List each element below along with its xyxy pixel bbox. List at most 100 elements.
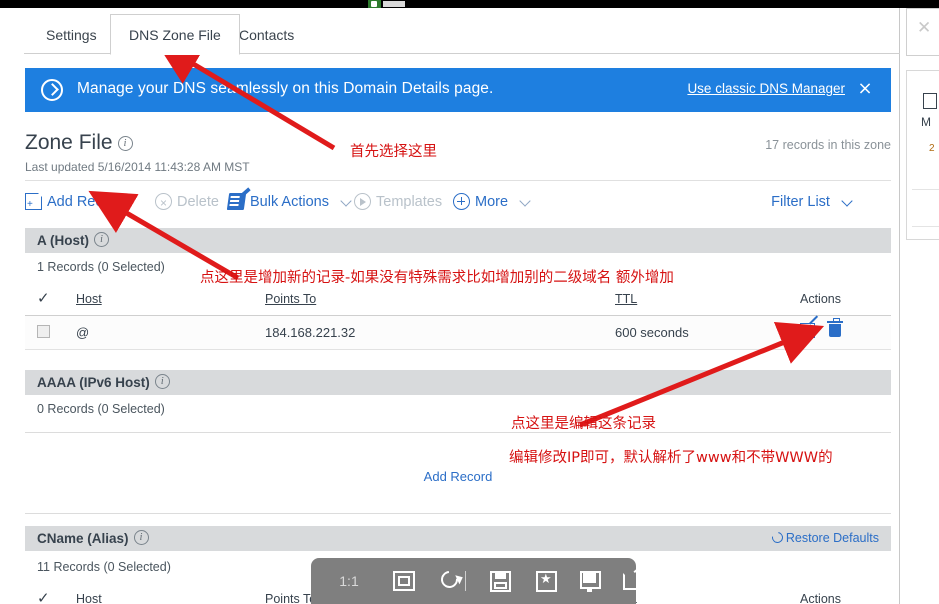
banner-message: Manage your DNS seamlessly on this Domai… xyxy=(77,80,494,97)
annotation-edit-ip: 编辑修改IP即可，默认解析了www和不带WWW的 xyxy=(509,450,833,466)
add-record-button[interactable]: + Add Record xyxy=(25,190,124,214)
row-checkbox[interactable] xyxy=(37,325,50,338)
add-record-link-aaaa[interactable]: Add Record xyxy=(25,469,891,484)
right-panel-m-label: M xyxy=(921,115,931,129)
delete-button[interactable]: Delete xyxy=(155,190,219,215)
cell-host: @ xyxy=(76,325,90,340)
taskbar-window-fragment xyxy=(383,1,405,7)
group-name-cname: CName (Alias) xyxy=(37,531,129,546)
table-row[interactable]: @ 184.168.221.32 600 seconds xyxy=(25,316,891,350)
restore-defaults-label: Restore Defaults xyxy=(785,531,879,545)
ratio-1-1-label: 1:1 xyxy=(339,573,359,589)
tab-bar: Settings DNS Zone File Contacts xyxy=(0,8,900,55)
add-record-icon: + xyxy=(25,192,43,210)
group-header-a-host: A (Host) i xyxy=(25,228,891,253)
column-header-ttl[interactable]: TTL xyxy=(615,292,637,306)
last-updated-text: Last updated 5/16/2014 11:43:28 AM MST xyxy=(25,160,250,174)
templates-icon xyxy=(354,193,371,210)
rotate-icon[interactable] xyxy=(436,567,462,594)
templates-button[interactable]: Templates xyxy=(354,190,442,214)
star-glyph: ★ xyxy=(540,572,552,587)
cell-ttl: 600 seconds xyxy=(615,325,689,340)
cell-points-to: 184.168.221.32 xyxy=(265,325,356,340)
column-header-points-to[interactable]: Points To xyxy=(265,292,316,306)
pin-icon[interactable] xyxy=(577,568,603,594)
aaaa-divider-top xyxy=(25,432,891,433)
floppy-label xyxy=(494,582,507,589)
group-name-aaaa: AAAA (IPv6 Host) xyxy=(37,375,150,390)
filter-list-label: Filter List xyxy=(771,194,830,210)
column-header-actions: Actions xyxy=(800,592,841,604)
table-header-row: ✓ Host Points To TTL Actions xyxy=(25,288,891,316)
right-panel-divider xyxy=(912,189,939,190)
record-toolbar: + Add Record Delete Bulk Actions Templat… xyxy=(25,190,891,216)
more-button[interactable]: More xyxy=(453,190,531,214)
fit-to-screen-icon[interactable] xyxy=(391,568,417,594)
chevron-down-icon[interactable] xyxy=(841,195,853,207)
table-a-host: ✓ Host Points To TTL Actions @ 184.168.2… xyxy=(25,288,891,350)
save-icon[interactable] xyxy=(487,568,513,594)
info-icon[interactable]: i xyxy=(117,136,133,151)
right-panel-card: M 2 xyxy=(906,70,939,240)
floppy-shutter xyxy=(495,571,506,579)
tab-settings[interactable]: Settings xyxy=(28,17,115,54)
page-title: Zone File i xyxy=(25,131,133,155)
tab-dns-zone-file[interactable]: DNS Zone File xyxy=(110,14,240,55)
column-header-points-to[interactable]: Points To xyxy=(265,592,316,604)
bulk-actions-button[interactable]: Bulk Actions xyxy=(226,190,352,214)
templates-label: Templates xyxy=(376,194,443,210)
edit-icon[interactable] xyxy=(800,323,815,338)
delete-label: Delete xyxy=(177,194,219,210)
records-count-text: 17 records in this zone xyxy=(765,138,891,152)
toolbar-separator xyxy=(465,571,466,591)
share-box xyxy=(623,573,643,590)
info-icon[interactable]: i xyxy=(133,530,149,545)
delete-icon[interactable] xyxy=(827,318,843,337)
aaaa-divider-bottom xyxy=(25,513,891,514)
right-side-panel: ✕ M 2 xyxy=(901,8,939,604)
select-all-checkbox[interactable]: ✓ xyxy=(37,291,51,306)
column-header-actions: Actions xyxy=(800,292,841,306)
close-icon[interactable]: ✕ xyxy=(917,18,931,38)
rotate-arrow xyxy=(437,567,462,592)
annotation-edit-record: 点这里是编辑这条记录 xyxy=(511,416,656,432)
info-icon[interactable]: i xyxy=(154,374,170,389)
right-panel-close-box[interactable]: ✕ xyxy=(906,8,939,56)
annotation-add-record: 点这里是增加新的记录-如果没有特殊需求比如增加别的二级域名 额外增加 xyxy=(200,270,674,286)
group-count-aaaa: 0 Records (0 Selected) xyxy=(37,402,165,416)
filter-list-button[interactable]: Filter List xyxy=(771,190,853,214)
restore-defaults-button[interactable]: Restore Defaults xyxy=(769,526,879,551)
screenshot-root: Settings DNS Zone File Contacts Manage y… xyxy=(0,0,939,604)
document-icon xyxy=(923,93,937,109)
more-label: More xyxy=(475,194,509,210)
close-icon[interactable]: × xyxy=(856,80,874,98)
group-name-a-host: A (Host) xyxy=(37,233,89,248)
group-count-cname: 11 Records (0 Selected) xyxy=(37,560,171,574)
bulk-actions-label: Bulk Actions xyxy=(250,194,329,210)
favorite-icon[interactable]: ★ xyxy=(533,568,559,594)
page-title-text: Zone File xyxy=(25,131,113,154)
chevron-down-icon[interactable] xyxy=(519,195,531,207)
group-count-a-host: 1 Records (0 Selected) xyxy=(37,260,165,274)
right-panel-divider xyxy=(912,226,939,227)
header-divider xyxy=(25,180,891,181)
pin-fill xyxy=(583,573,596,583)
column-header-host[interactable]: Host xyxy=(76,592,102,604)
refresh-icon xyxy=(769,529,786,546)
column-header-host[interactable]: Host xyxy=(76,292,102,306)
select-all-checkbox[interactable]: ✓ xyxy=(37,591,51,604)
use-classic-dns-manager-link[interactable]: Use classic DNS Manager xyxy=(687,81,845,96)
ratio-1-1-button[interactable]: 1:1 xyxy=(336,568,362,594)
fit-frame-inner xyxy=(398,576,410,586)
chevron-down-icon[interactable] xyxy=(340,195,352,207)
bulk-actions-icon xyxy=(226,193,247,210)
add-record-label: Add Record xyxy=(47,194,124,210)
group-header-aaaa: AAAA (IPv6 Host) i xyxy=(25,370,891,395)
more-icon xyxy=(453,193,470,210)
share-icon[interactable] xyxy=(621,564,648,594)
delete-icon xyxy=(155,191,172,215)
info-icon[interactable]: i xyxy=(94,232,109,247)
group-header-cname: CName (Alias) i Restore Defaults xyxy=(25,526,891,551)
taskbar-icon-glyph xyxy=(371,1,377,7)
annotation-select-tab: 首先选择这里 xyxy=(350,144,437,160)
